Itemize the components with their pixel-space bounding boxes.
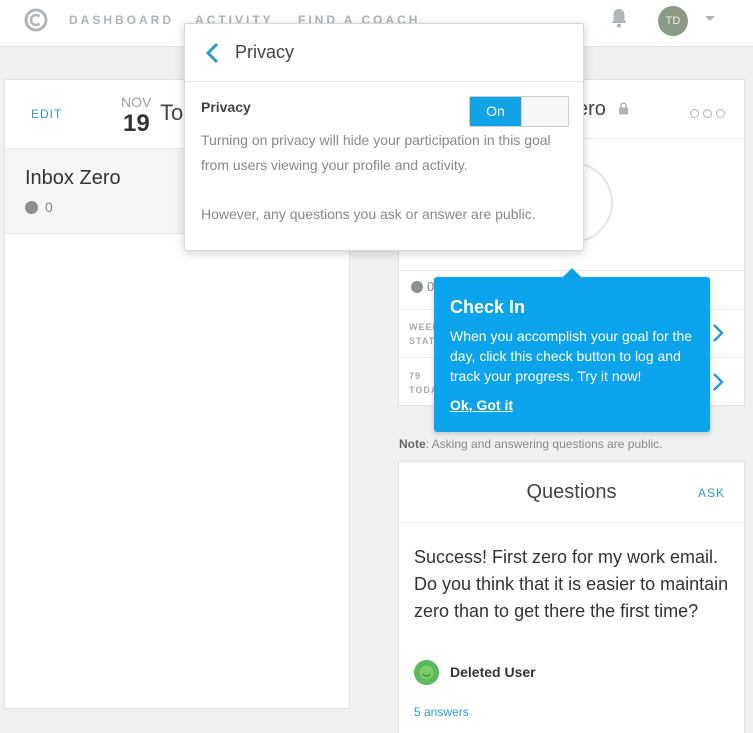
- question-text[interactable]: Success! First zero for my work email. D…: [414, 544, 739, 625]
- popover-title: Privacy: [235, 42, 295, 62]
- panel-title: To: [160, 100, 184, 125]
- note-label: Note: [399, 437, 426, 451]
- nav-dashboard-link[interactable]: DASHBOARD: [69, 13, 174, 27]
- notification-bell-icon[interactable]: [610, 8, 628, 28]
- tooltip-title: Check In: [450, 297, 526, 317]
- dismiss-tooltip-button[interactable]: Ok, Got it: [450, 397, 513, 413]
- privacy-label: Privacy: [201, 99, 251, 115]
- date-day: 19: [123, 110, 150, 137]
- app-logo-icon[interactable]: [24, 8, 48, 32]
- lock-icon: [619, 102, 628, 115]
- divider: [185, 81, 583, 82]
- tooltip-body: When you accomplish your goal for the da…: [450, 328, 693, 384]
- toggle-on-label: On: [470, 97, 521, 126]
- questions-title: Questions: [526, 481, 617, 503]
- privacy-toggle[interactable]: On: [469, 96, 569, 127]
- question-author: Deleted User: [450, 664, 536, 680]
- goal-checkin-count: 0: [45, 199, 53, 215]
- check-circle-icon: [411, 281, 423, 293]
- user-avatar-icon: [414, 660, 439, 685]
- public-note: Note: Asking and answering questions are…: [399, 437, 662, 451]
- divider: [399, 522, 744, 523]
- chevron-right-icon[interactable]: [712, 323, 724, 343]
- user-menu-chevron-down-icon[interactable]: [705, 16, 715, 21]
- privacy-public-note: However, any questions you ask or answer…: [201, 206, 536, 222]
- note-text: : Asking and answering questions are pub…: [425, 437, 663, 451]
- ask-question-button[interactable]: ASK: [698, 486, 725, 500]
- goal-title: Inbox Zero: [25, 167, 121, 189]
- privacy-description: Turning on privacy will hide your partic…: [201, 132, 551, 173]
- questions-card: Questions ASK Success! First zero for my…: [398, 461, 745, 733]
- tooltip-arrow: [563, 268, 581, 277]
- check-in-tooltip: Check In When you accomplish your goal f…: [434, 277, 710, 432]
- user-avatar[interactable]: TD: [658, 6, 688, 36]
- toggle-knob: [521, 97, 568, 126]
- privacy-popover: Privacy Privacy On Turning on privacy wi…: [184, 23, 584, 251]
- edit-button[interactable]: EDIT: [31, 107, 62, 121]
- answers-link[interactable]: 5 answers: [414, 705, 469, 719]
- check-circle-icon: [25, 201, 38, 214]
- date-month: NOV: [121, 94, 152, 110]
- more-options-icon[interactable]: [690, 105, 729, 123]
- chevron-right-icon[interactable]: [712, 372, 724, 392]
- back-chevron-left-icon[interactable]: [205, 42, 219, 64]
